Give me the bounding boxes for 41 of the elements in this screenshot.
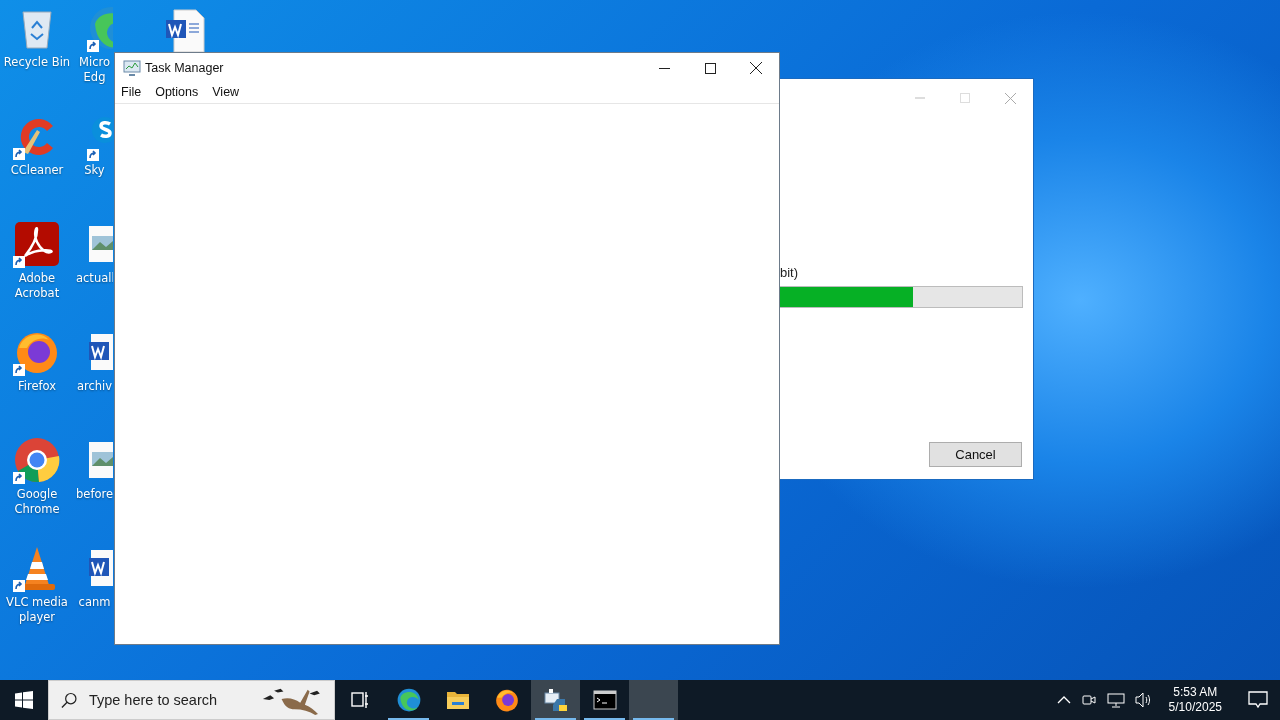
- menu-item[interactable]: View: [212, 85, 240, 103]
- desktop-icon-label[interactable]: archiv: [76, 379, 113, 394]
- desktop-icon-label[interactable]: VLC media player: [0, 595, 74, 625]
- search-input[interactable]: Type here to search: [86, 691, 251, 709]
- close-icon: [750, 62, 762, 74]
- desktop-icon-label[interactable]: Micro Edg: [76, 55, 113, 85]
- desktop-icon-label[interactable]: Recycle Bin: [0, 55, 74, 70]
- taskbar-button[interactable]: [531, 680, 580, 720]
- notification-icon[interactable]: [1248, 691, 1268, 709]
- firefox-icon: [493, 687, 520, 713]
- desktop-icon-label[interactable]: CCleaner: [0, 163, 74, 178]
- desktop-icon-label[interactable]: Sky: [76, 163, 113, 178]
- windows-logo-icon: [15, 691, 33, 709]
- search-icon: [61, 691, 77, 709]
- camera-icon[interactable]: [1080, 692, 1097, 708]
- cancel-button[interactable]: Cancel: [929, 442, 1022, 467]
- edge-icon: [395, 687, 422, 713]
- task-view-icon: [349, 690, 370, 710]
- desktop-icon-label[interactable]: Firefox: [0, 379, 74, 394]
- window-title: Task Manager: [145, 61, 224, 75]
- progress-label: bit): [780, 265, 800, 280]
- search-field[interactable]: Type here to search: [48, 680, 335, 720]
- menu-item[interactable]: Options: [155, 85, 199, 103]
- desktop-icon-label[interactable]: before: [76, 487, 113, 502]
- acrobat-icon[interactable]: [13, 220, 61, 268]
- word-document-icon[interactable]: [164, 8, 206, 52]
- volume-icon[interactable]: [1134, 692, 1153, 708]
- menu-item[interactable]: File: [121, 85, 142, 103]
- desktop-icon-label[interactable]: Adobe Acrobat: [0, 271, 74, 301]
- chevron-up-icon[interactable]: [1056, 696, 1071, 704]
- maximize-icon: [704, 62, 716, 74]
- desktop-icon-label[interactable]: canm: [76, 595, 113, 610]
- desktop-icon-label[interactable]: actuall: [76, 271, 113, 286]
- chrome-icon[interactable]: [13, 436, 61, 484]
- clock[interactable]: 5:53 AM 5/10/2025: [1168, 685, 1222, 715]
- edge-icon[interactable]: [87, 4, 113, 52]
- network-icon[interactable]: [1106, 692, 1125, 708]
- folder-icon: [445, 689, 470, 711]
- terminal-icon: [592, 690, 617, 710]
- desktop-icon-label[interactable]: Google Chrome: [0, 487, 74, 517]
- monitor-chart-icon: [123, 60, 141, 76]
